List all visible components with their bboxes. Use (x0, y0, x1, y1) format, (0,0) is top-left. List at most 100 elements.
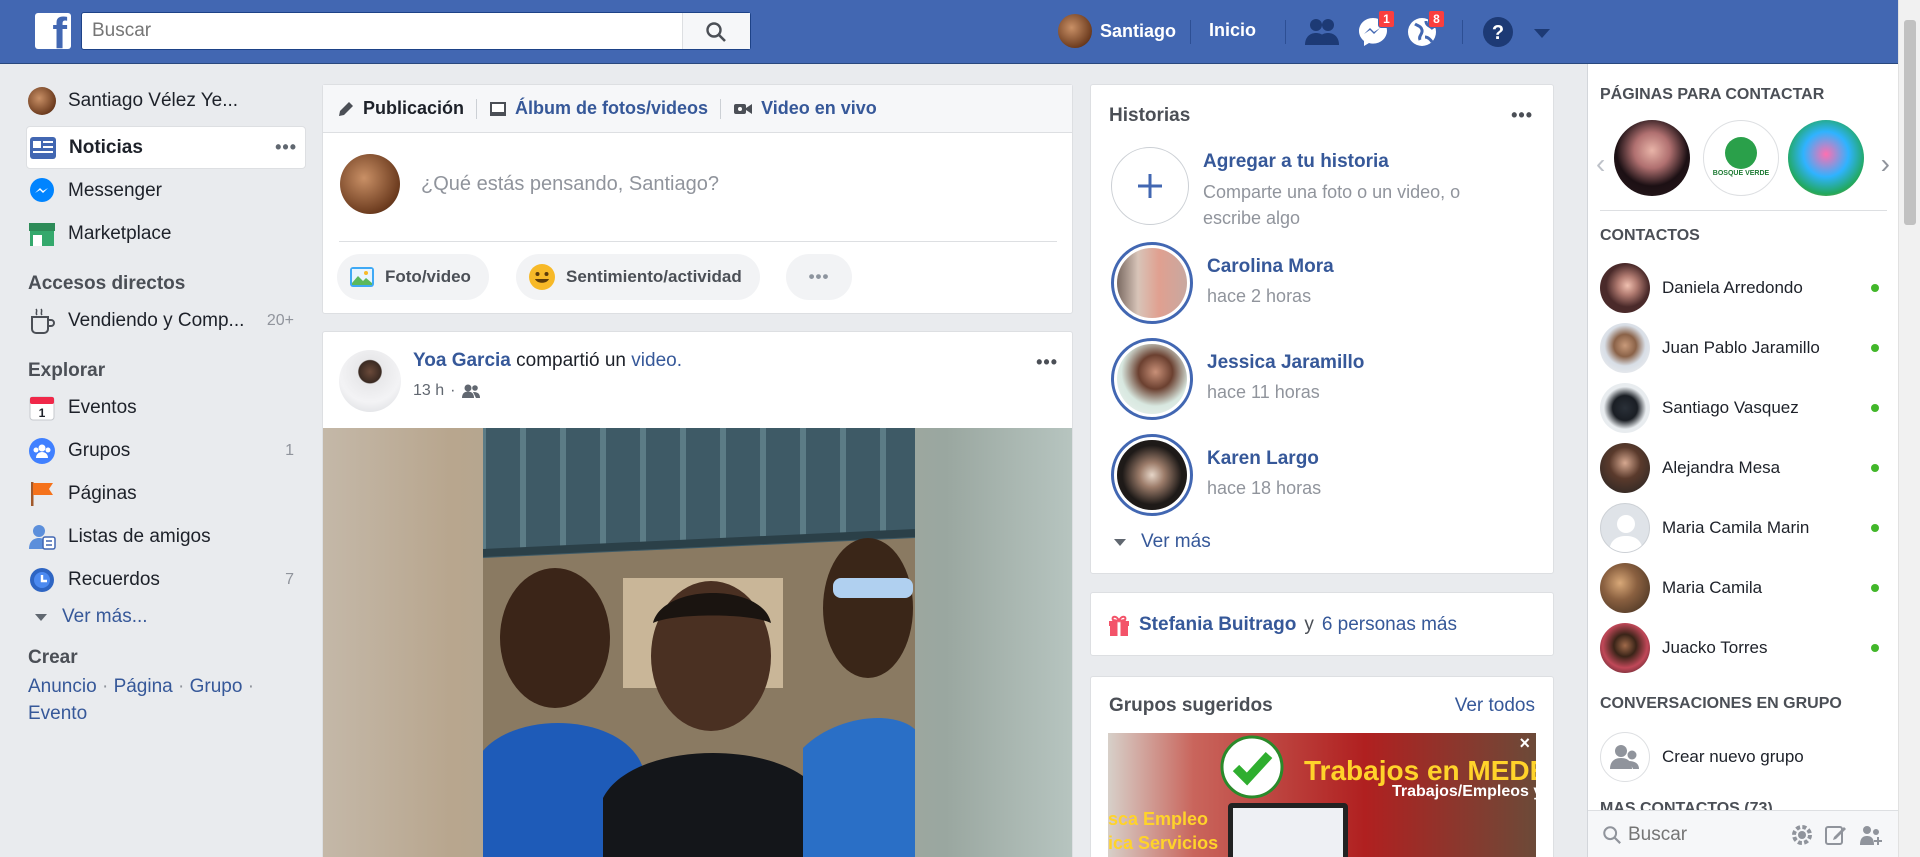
nav-label: Eventos (68, 396, 137, 418)
account-menu-button[interactable] (1532, 24, 1568, 60)
nav-item-pages[interactable]: Páginas (28, 472, 304, 515)
contact-item[interactable]: Alejandra Mesa (1600, 443, 1885, 493)
stories-see-more[interactable]: Ver más (1113, 531, 1211, 553)
new-message-icon[interactable] (1824, 823, 1848, 847)
page-avatar[interactable]: BOSQUE VERDE (1703, 120, 1779, 196)
story-item[interactable]: Karen Largo hace 18 horas (1111, 434, 1321, 516)
post-meta: 13 h · (413, 382, 682, 400)
nav-item-groups[interactable]: Grupos 1 (28, 429, 304, 472)
see-all-link[interactable]: Ver todos (1455, 695, 1535, 717)
divider (1285, 20, 1286, 44)
create-page-link[interactable]: Página (114, 676, 173, 697)
create-ad-link[interactable]: Anuncio (28, 676, 97, 697)
top-navigation-bar: f Santiago Inicio 1 8 ? (0, 0, 1920, 64)
post-action-text: compartió un (516, 350, 626, 371)
nav-item-marketplace[interactable]: Marketplace (28, 212, 304, 255)
search-input[interactable] (82, 13, 682, 49)
see-more-link[interactable]: Ver más... (28, 601, 304, 633)
separator: · (101, 676, 109, 697)
friend-requests-button[interactable] (1303, 15, 1339, 51)
post-header: Yoa Garcia compartió un video. 13 h · (339, 350, 682, 412)
photo-video-button[interactable]: Foto/video (337, 254, 489, 300)
chat-search-input[interactable] (1628, 821, 1778, 849)
more-options-icon[interactable]: ••• (275, 137, 297, 158)
chevron-right-icon[interactable]: › (1881, 148, 1890, 180)
post-options-icon[interactable]: ••• (1036, 352, 1058, 373)
add-story-button[interactable] (1111, 147, 1189, 225)
see-more-label: Ver más (1141, 531, 1211, 552)
post-video[interactable] (323, 428, 1072, 857)
page-avatar[interactable] (1614, 120, 1690, 196)
contact-item[interactable]: Juan Pablo Jaramillo (1600, 323, 1885, 373)
divider (476, 98, 478, 119)
settings-gear-icon[interactable] (1790, 823, 1814, 847)
tab-live-video[interactable]: Video en vivo (733, 98, 877, 119)
nav-item-events[interactable]: 1 Eventos (28, 386, 304, 429)
search-button[interactable] (682, 13, 750, 49)
whats-on-your-mind-input[interactable]: ¿Qué estás pensando, Santiago? (421, 173, 719, 196)
avatar[interactable] (339, 350, 401, 412)
story-time: hace 2 horas (1207, 286, 1312, 306)
contact-item[interactable]: Santiago Vasquez (1600, 383, 1885, 433)
nav-item-memories[interactable]: Recuerdos 7 (28, 558, 304, 601)
profile-link[interactable]: Santiago (1058, 14, 1176, 48)
create-group-button[interactable]: Crear nuevo grupo (1600, 732, 1885, 782)
smiley-icon (529, 264, 555, 290)
birthday-row[interactable]: Stefania Buitrago y 6 personas más (1107, 613, 1457, 637)
chevron-down-icon (34, 603, 50, 631)
stories-options-icon[interactable]: ••• (1511, 105, 1533, 126)
tab-photo-album[interactable]: Álbum de fotos/videos (489, 98, 708, 119)
banner-line-2: ica Servicios (1108, 833, 1219, 853)
stories-title: Historias (1109, 105, 1191, 126)
suggested-group-banner[interactable]: Trabajos en MEDE Trabajos/Empleos y sca … (1108, 733, 1536, 857)
contact-name: Santiago Vasquez (1662, 398, 1799, 417)
post-video-link[interactable]: video. (631, 350, 682, 371)
contact-item[interactable]: Maria Camila (1600, 563, 1885, 613)
birthday-card: Stefania Buitrago y 6 personas más (1090, 592, 1554, 656)
facebook-logo[interactable]: f (35, 13, 71, 49)
feeling-activity-button[interactable]: Sentimiento/actividad (516, 254, 760, 300)
online-status-dot (1871, 404, 1879, 412)
new-group-icon[interactable] (1858, 823, 1884, 847)
scrollbar-thumb[interactable] (1904, 20, 1916, 225)
notifications-button[interactable]: 8 (1406, 10, 1445, 51)
nav-item-news-feed[interactable]: Noticias ••• (26, 126, 306, 169)
contact-name: Daniela Arredondo (1662, 278, 1803, 297)
create-event-link[interactable]: Evento (28, 703, 87, 724)
page-scrollbar[interactable] (1898, 0, 1920, 857)
create-links: Anuncio · Página · Grupo · Evento (28, 673, 304, 727)
gift-icon (1109, 615, 1129, 636)
tab-label: Video en vivo (761, 98, 877, 118)
group-conversations-heading: CONVERSACIONES EN GRUPO (1600, 695, 1842, 712)
see-more-label: Ver más... (62, 606, 148, 627)
tab-post[interactable]: Publicación (337, 98, 464, 119)
nav-item-messenger[interactable]: Messenger (28, 169, 304, 212)
birthday-others-link[interactable]: 6 personas más (1322, 614, 1457, 636)
contact-item[interactable]: Maria Camila Marin (1600, 503, 1885, 553)
home-link[interactable]: Inicio (1209, 20, 1256, 41)
nav-label: Listas de amigos (68, 525, 211, 547)
close-icon[interactable]: × (1519, 733, 1530, 754)
composer-more-button[interactable]: ••• (786, 254, 852, 300)
divider (339, 241, 1057, 242)
story-item[interactable]: Carolina Mora hace 2 horas (1111, 242, 1334, 324)
chevron-left-icon[interactable]: ‹ (1596, 148, 1605, 180)
contact-item[interactable]: Daniela Arredondo (1600, 263, 1885, 313)
create-group-label: Crear nuevo grupo (1662, 747, 1804, 766)
post-timestamp[interactable]: 13 h (413, 382, 444, 400)
create-group-link[interactable]: Grupo (190, 676, 243, 697)
groups-count: 1 (285, 441, 294, 459)
shortcut-item[interactable]: Vendiendo y Comp... 20+ (28, 299, 304, 342)
add-to-story[interactable]: Agregar a tu historia Comparte una foto … (1111, 147, 1503, 231)
banner-subtitle: Trabajos/Empleos y (1392, 783, 1536, 800)
help-button[interactable]: ? (1481, 15, 1517, 51)
birthday-name[interactable]: Stefania Buitrago (1139, 614, 1296, 636)
page-avatar[interactable] (1788, 120, 1864, 196)
contact-item[interactable]: Juacko Torres (1600, 623, 1885, 673)
post-author-link[interactable]: Yoa Garcia (413, 350, 511, 371)
chat-sidebar: PÁGINAS PARA CONTACTAR ‹ BOSQUE VERDE › … (1587, 64, 1899, 857)
messages-button[interactable]: 1 (1356, 10, 1395, 51)
nav-item-friend-lists[interactable]: Listas de amigos (28, 515, 304, 558)
profile-shortcut[interactable]: Santiago Vélez Ye... (28, 84, 304, 118)
story-item[interactable]: Jessica Jaramillo hace 11 horas (1111, 338, 1364, 420)
